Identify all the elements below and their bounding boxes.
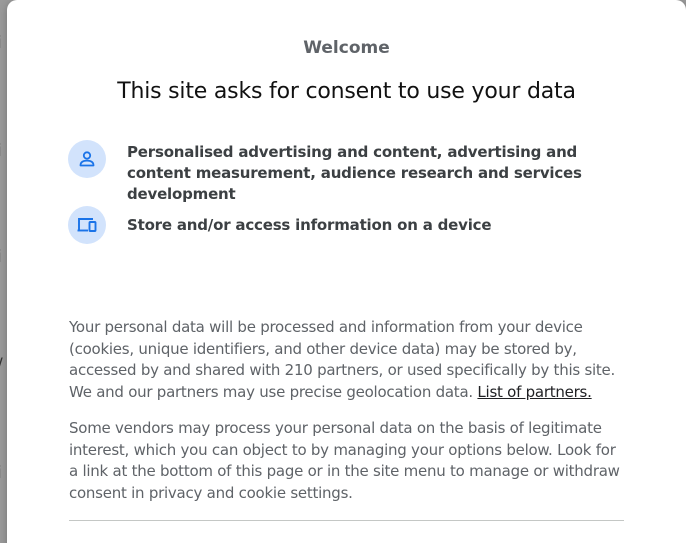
- dialog-headline: This site asks for consent to use your d…: [117, 79, 576, 104]
- purpose-item-label: Store and/or access information on a dev…: [127, 216, 492, 234]
- background-text-fragment: i: [0, 141, 2, 161]
- person-icon: [68, 140, 106, 178]
- consent-dialog: Welcome This site asks for consent to us…: [7, 0, 686, 543]
- data-processing-paragraph: Your personal data will be processed and…: [69, 317, 629, 403]
- purpose-item-store-access-device: Store and/or access information on a dev…: [68, 206, 628, 244]
- purpose-item-label: Personalised advertising and content, ad…: [127, 143, 582, 203]
- dialog-welcome: Welcome: [303, 38, 390, 58]
- devices-icon: [68, 206, 106, 244]
- background-text-fragment: i: [0, 33, 2, 53]
- purpose-item-personalised-advertising: Personalised advertising and content, ad…: [68, 140, 628, 205]
- background-text-fragment: i: [0, 463, 2, 483]
- background-text-fragment: /: [0, 355, 3, 375]
- legitimate-interest-paragraph: Some vendors may process your personal d…: [69, 419, 620, 502]
- list-of-partners-link[interactable]: List of partners.: [477, 383, 591, 401]
- background-text-fragment: i: [0, 247, 2, 267]
- divider: [69, 520, 624, 521]
